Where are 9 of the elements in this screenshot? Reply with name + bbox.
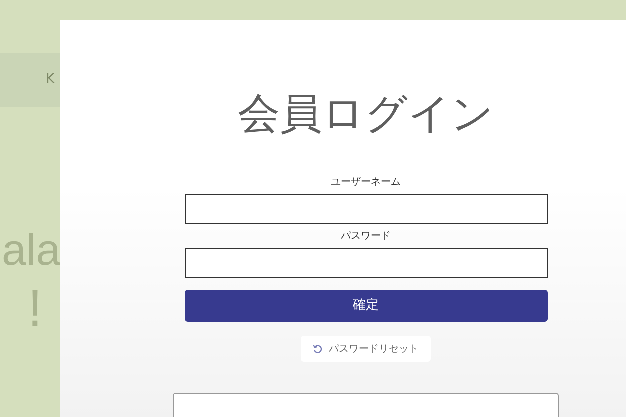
page-subheading: ! <box>28 279 42 340</box>
reset-icon <box>313 344 323 354</box>
dialog-title: 会員ログイン <box>238 88 494 140</box>
password-reset-link[interactable]: パスワードリセット <box>301 336 431 362</box>
text-field[interactable] <box>184 248 548 278</box>
field-label: ユーザーネーム <box>331 176 401 190</box>
text-field[interactable] <box>184 194 548 224</box>
submit-button[interactable]: 確定 <box>184 290 548 322</box>
field-label: パスワード <box>341 230 391 244</box>
